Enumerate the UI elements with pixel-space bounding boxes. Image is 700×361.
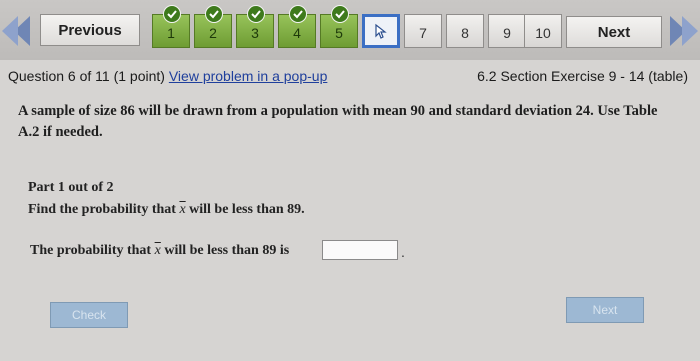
question-8-button[interactable]: 8 — [446, 14, 484, 48]
question-2-button[interactable]: 2 — [194, 5, 232, 48]
question-number: 8 — [461, 25, 469, 41]
check-icon — [247, 5, 265, 23]
question-3-button[interactable]: 3 — [236, 5, 274, 48]
question-header: Question 6 of 11 (1 point) View problem … — [8, 66, 692, 88]
question-number: 3 — [251, 25, 259, 41]
check-icon — [163, 5, 181, 23]
previous-button[interactable]: Previous — [40, 14, 140, 46]
part-question-suffix: will be less than 89. — [189, 202, 305, 217]
question-5-button[interactable]: 5 — [320, 5, 358, 48]
question-info: Question 6 of 11 (1 point) — [8, 68, 165, 84]
part-question-prefix: Find the probability that — [28, 202, 176, 217]
question-number: 2 — [209, 25, 217, 41]
answer-input[interactable] — [322, 240, 398, 260]
question-7-button[interactable]: 7 — [404, 14, 442, 48]
answer-prefix: The probability that — [30, 243, 152, 258]
x-bar-symbol: x — [154, 243, 161, 258]
check-icon — [205, 5, 223, 23]
previous-arrow-icon[interactable] — [0, 12, 34, 50]
next-arrow-icon[interactable] — [666, 12, 700, 50]
check-icon — [289, 5, 307, 23]
cursor-pointer-icon — [375, 23, 387, 39]
question-number: 5 — [335, 25, 343, 41]
part-title: Part 1 out of 2 — [28, 180, 114, 195]
problem-statement: A sample of size 86 will be drawn from a… — [18, 103, 658, 140]
next-button[interactable]: Next — [566, 16, 662, 48]
question-1-button[interactable]: 1 — [152, 5, 190, 48]
question-10-button[interactable]: 10 — [524, 14, 562, 48]
question-number: 10 — [535, 25, 551, 41]
question-6-current-button[interactable] — [362, 14, 400, 48]
answer-suffix: will be less than 89 is — [164, 243, 290, 258]
question-9-button[interactable]: 9 — [488, 14, 526, 48]
part-question: Find the probability that x will be less… — [28, 202, 305, 218]
question-number: 7 — [419, 25, 427, 41]
section-label: 6.2 Section Exercise 9 - 14 (table) — [477, 68, 688, 84]
question-navigation-bar: Previous 1 2 3 4 5 7 8 9 10 Next — [0, 0, 700, 60]
question-number: 1 — [167, 25, 175, 41]
answer-prompt: The probability that x will be less than… — [30, 243, 289, 259]
x-bar-symbol: x — [179, 202, 186, 217]
answer-period: . — [401, 244, 405, 260]
question-4-button[interactable]: 4 — [278, 5, 316, 48]
question-number: 4 — [293, 25, 301, 41]
popup-link[interactable]: View problem in a pop-up — [169, 68, 328, 84]
check-answer-button[interactable]: Check — [50, 302, 128, 328]
next-part-button[interactable]: Next — [566, 297, 644, 323]
question-number: 9 — [503, 25, 511, 41]
check-icon — [331, 5, 349, 23]
